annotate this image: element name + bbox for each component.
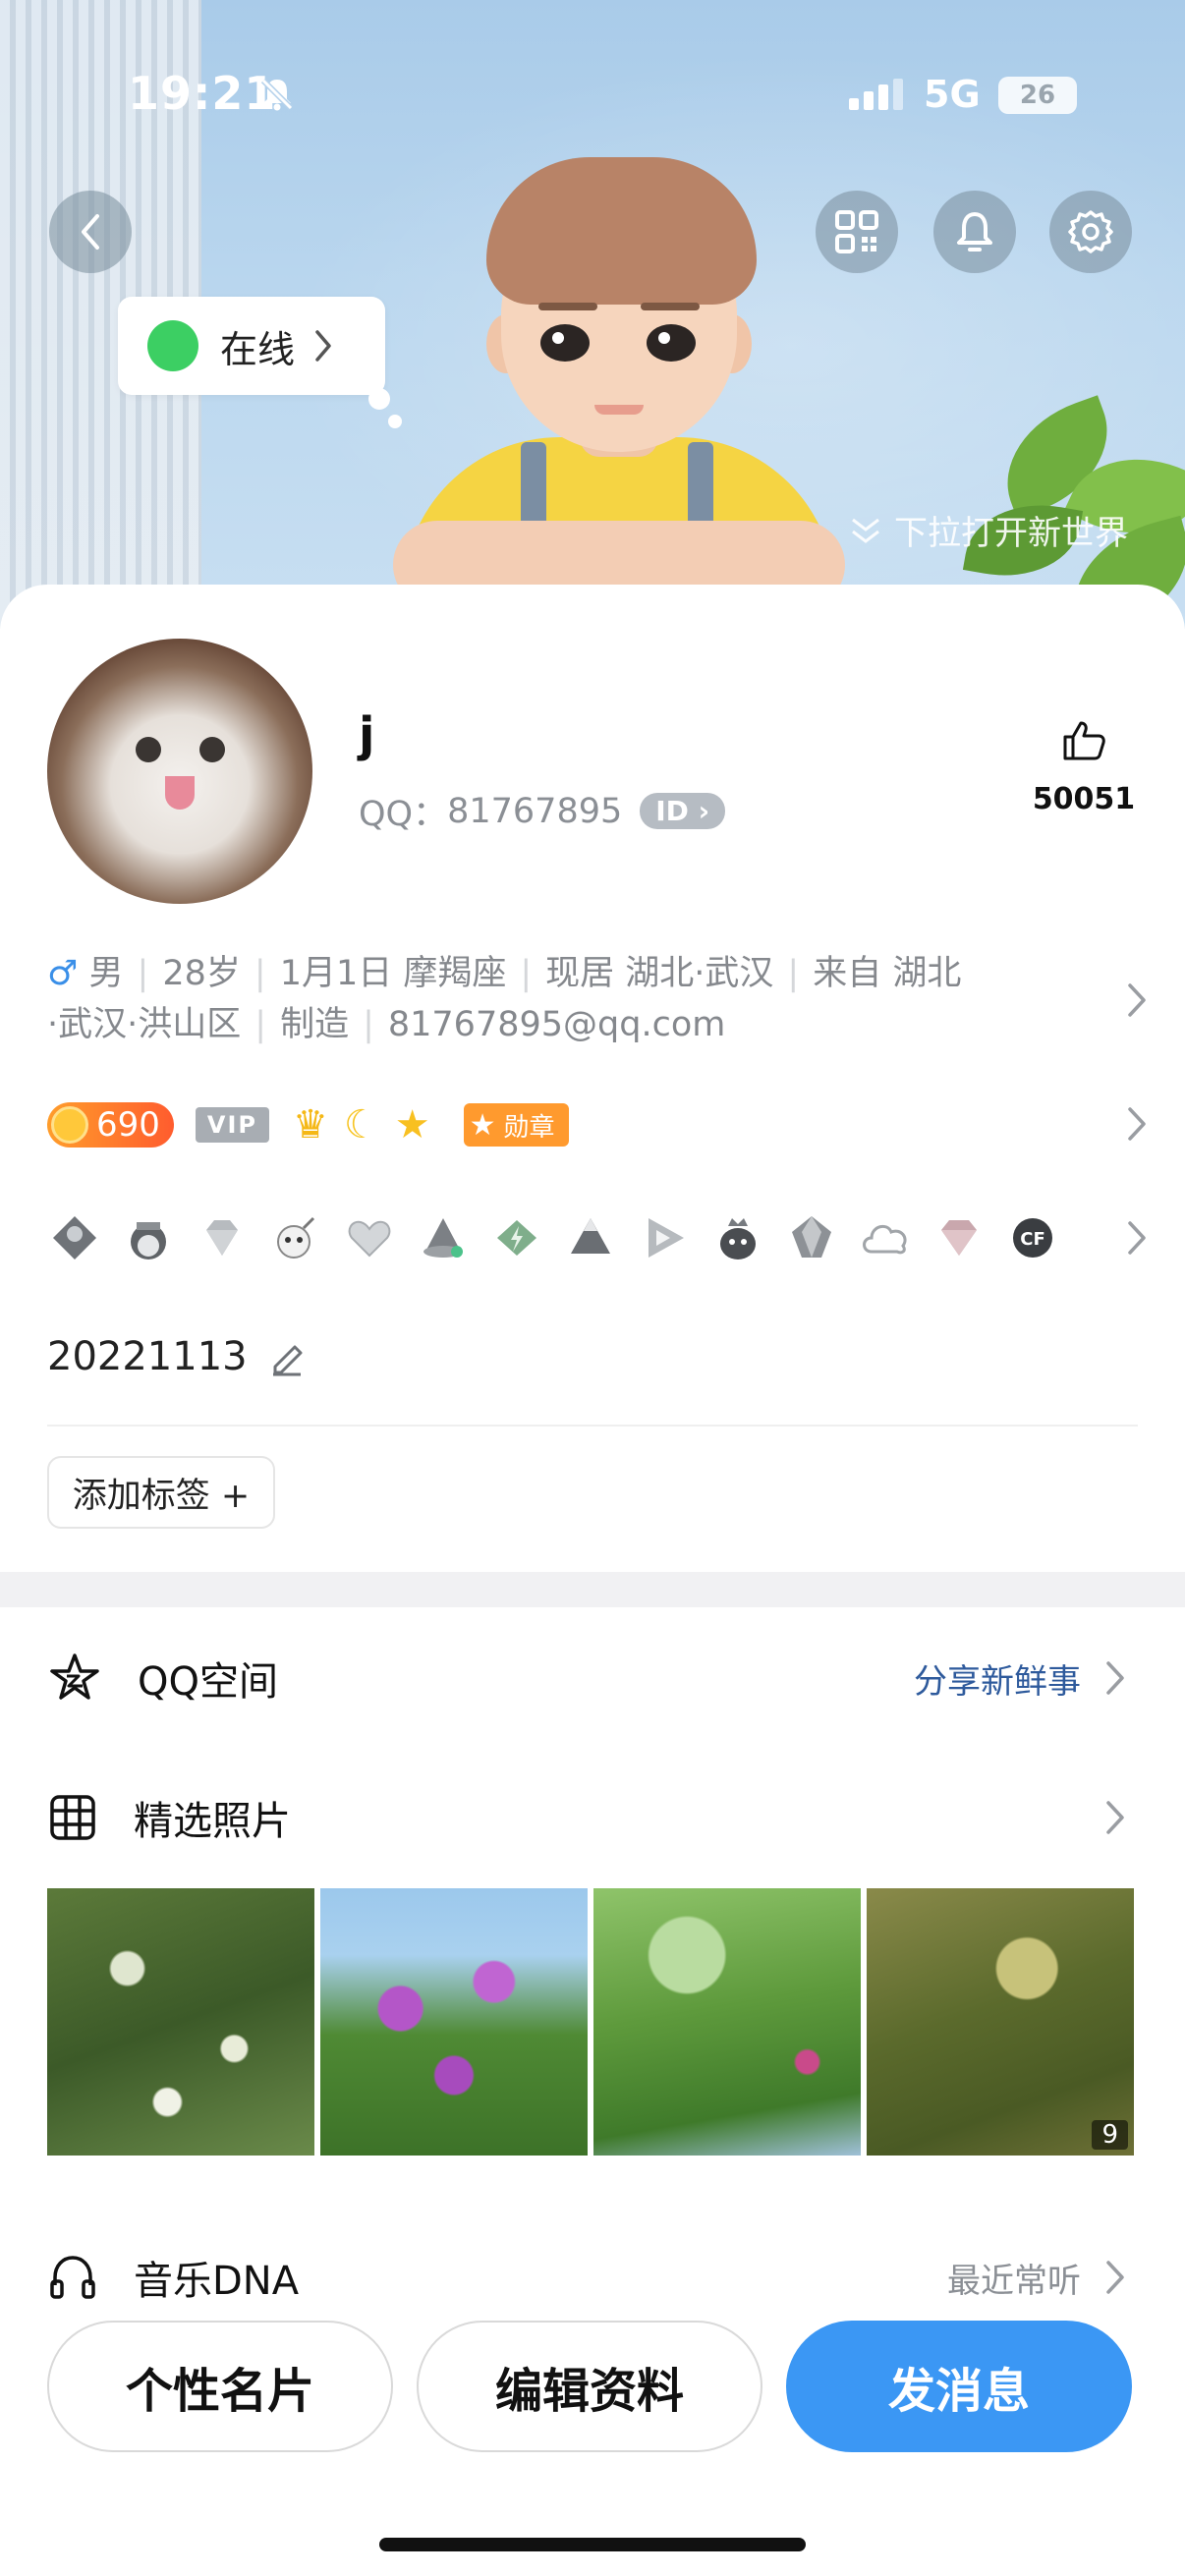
moon-icon: ☾ xyxy=(343,1102,379,1148)
email: 81767895@qq.com xyxy=(387,1005,726,1044)
qzone-star-icon xyxy=(50,1653,99,1700)
nickname: j xyxy=(359,707,375,762)
online-status-label: 在线 xyxy=(220,327,296,371)
signature[interactable]: 20221113 xyxy=(47,1334,307,1379)
hometown: 来自 湖北 xyxy=(813,954,962,993)
silent-bell-icon xyxy=(260,78,294,111)
chevron-right-icon[interactable] xyxy=(1124,1218,1150,1258)
pink-diamond-icon xyxy=(931,1210,987,1265)
section-separator xyxy=(0,1572,1185,1607)
back-button[interactable] xyxy=(49,191,132,273)
level-badge: 690 xyxy=(47,1102,174,1148)
network-type: 5G xyxy=(924,73,981,116)
pull-down-hint: 下拉打开新世界 xyxy=(847,506,1128,554)
vip-badge: VIP xyxy=(195,1107,269,1143)
chevron-right-icon[interactable] xyxy=(1124,1104,1150,1144)
chevron-right-icon xyxy=(1106,1661,1124,1695)
bell-icon xyxy=(957,212,992,252)
qzone-row[interactable]: QQ空间 分享新鲜事 xyxy=(47,1639,1138,1717)
penguin-crown-icon xyxy=(710,1210,765,1265)
photo-strip: 9 xyxy=(47,1888,1140,2156)
job: 制造 xyxy=(280,1005,350,1044)
photo-thumbnail[interactable] xyxy=(320,1888,588,2156)
profile-cover[interactable]: 19:21 5G 26 在线 下拉打开新世界 xyxy=(0,0,1185,629)
age: 28岁 xyxy=(162,954,241,993)
avatar-3d-character[interactable] xyxy=(393,147,845,629)
notification-button[interactable] xyxy=(933,191,1016,273)
mountain-icon xyxy=(563,1210,618,1265)
home-indicator[interactable] xyxy=(379,2538,806,2551)
play-icon xyxy=(637,1210,692,1265)
crystal-icon xyxy=(784,1210,839,1265)
star-icon: ★ xyxy=(394,1102,430,1148)
thumbs-up-icon[interactable] xyxy=(1061,717,1106,762)
status-time: 19:21 xyxy=(128,67,277,120)
selected-photos-row[interactable]: 精选照片 xyxy=(47,1778,1138,1857)
crown-icon: ♛ xyxy=(293,1102,328,1148)
penguin-diamond-icon xyxy=(47,1210,102,1265)
lightning-diamond-icon xyxy=(489,1210,544,1265)
coin-icon xyxy=(51,1106,88,1144)
bottom-action-bar: 个性名片 编辑资料 发消息 xyxy=(0,2311,1185,2468)
profile-card-button[interactable]: 个性名片 xyxy=(47,2321,393,2452)
chevron-right-icon[interactable] xyxy=(1124,980,1150,1020)
add-tag-button[interactable]: 添加标签 + xyxy=(47,1456,275,1529)
edit-pencil-icon[interactable] xyxy=(267,1337,307,1376)
heart-icon xyxy=(342,1210,397,1265)
settings-button[interactable] xyxy=(1049,191,1132,273)
online-dot-icon xyxy=(147,320,198,371)
like-count: 50051 xyxy=(1032,782,1136,816)
gender: 男 xyxy=(88,954,124,993)
qrcode-button[interactable] xyxy=(816,191,898,273)
id-badge[interactable]: ID › xyxy=(640,793,726,829)
headphones-icon xyxy=(50,2256,95,2299)
location: 现居 湖北·武汉 xyxy=(545,954,774,993)
bomb-icon xyxy=(268,1210,323,1265)
photo-thumbnail[interactable]: 9 xyxy=(867,1888,1134,2156)
qq-number-row: QQ： 81767895 ID › xyxy=(359,786,726,836)
signal-icon xyxy=(849,79,903,110)
service-icons-row[interactable]: CF xyxy=(47,1210,1079,1265)
photo-thumbnail[interactable] xyxy=(47,1888,314,2156)
chevron-right-icon xyxy=(1106,2261,1124,2294)
svg-text:CF: CF xyxy=(1020,1229,1045,1250)
cloud-icon xyxy=(858,1210,913,1265)
qzone-label: QQ空间 xyxy=(138,1659,278,1705)
gear-icon xyxy=(1068,210,1113,253)
divider xyxy=(47,1425,1138,1427)
battery-indicator: 26 xyxy=(998,77,1077,114)
penguin-icon xyxy=(121,1210,176,1265)
recent-listen-label: 最近常听 xyxy=(947,2261,1081,2301)
send-message-button[interactable]: 发消息 xyxy=(786,2321,1132,2452)
profile-info[interactable]: ♂ 男 | 28岁 | 1月1日 摩羯座 | 现居 湖北·武汉 | 来自 湖北 ·武汉·洪山区 |… xyxy=(47,948,1069,1050)
qrcode-icon xyxy=(835,210,878,253)
badges-row[interactable]: 690 VIP ♛ ☾ ★ ★ 勋章 xyxy=(47,1097,569,1152)
chevron-left-icon xyxy=(82,214,99,250)
edit-profile-button[interactable]: 编辑资料 xyxy=(417,2321,762,2452)
photos-label: 精选照片 xyxy=(134,1799,291,1844)
diamond-icon xyxy=(195,1210,250,1265)
music-dna-row[interactable]: 音乐DNA 最近常听 xyxy=(47,2238,1138,2317)
photo-count-badge: 9 xyxy=(1092,2120,1128,2150)
qq-number: 81767895 xyxy=(447,791,623,831)
medal-star-icon: ★ xyxy=(469,1107,496,1143)
double-chevron-down-icon xyxy=(852,518,879,543)
photo-thumbnail[interactable] xyxy=(593,1888,861,2156)
share-news-link[interactable]: 分享新鲜事 xyxy=(914,1654,1081,1703)
birthday: 1月1日 摩羯座 xyxy=(279,954,507,993)
cf-game-icon: CF xyxy=(1005,1210,1060,1265)
penguin-hat-icon xyxy=(416,1210,471,1265)
online-status-pill[interactable]: 在线 xyxy=(118,297,385,395)
chevron-right-icon xyxy=(1106,1801,1124,1834)
grid-icon xyxy=(50,1795,95,1840)
music-dna-label: 音乐DNA xyxy=(134,2259,300,2304)
avatar[interactable] xyxy=(47,639,312,904)
male-icon: ♂ xyxy=(47,954,79,993)
medal-badge: ★ 勋章 xyxy=(463,1103,569,1147)
chevron-right-icon xyxy=(315,330,331,362)
